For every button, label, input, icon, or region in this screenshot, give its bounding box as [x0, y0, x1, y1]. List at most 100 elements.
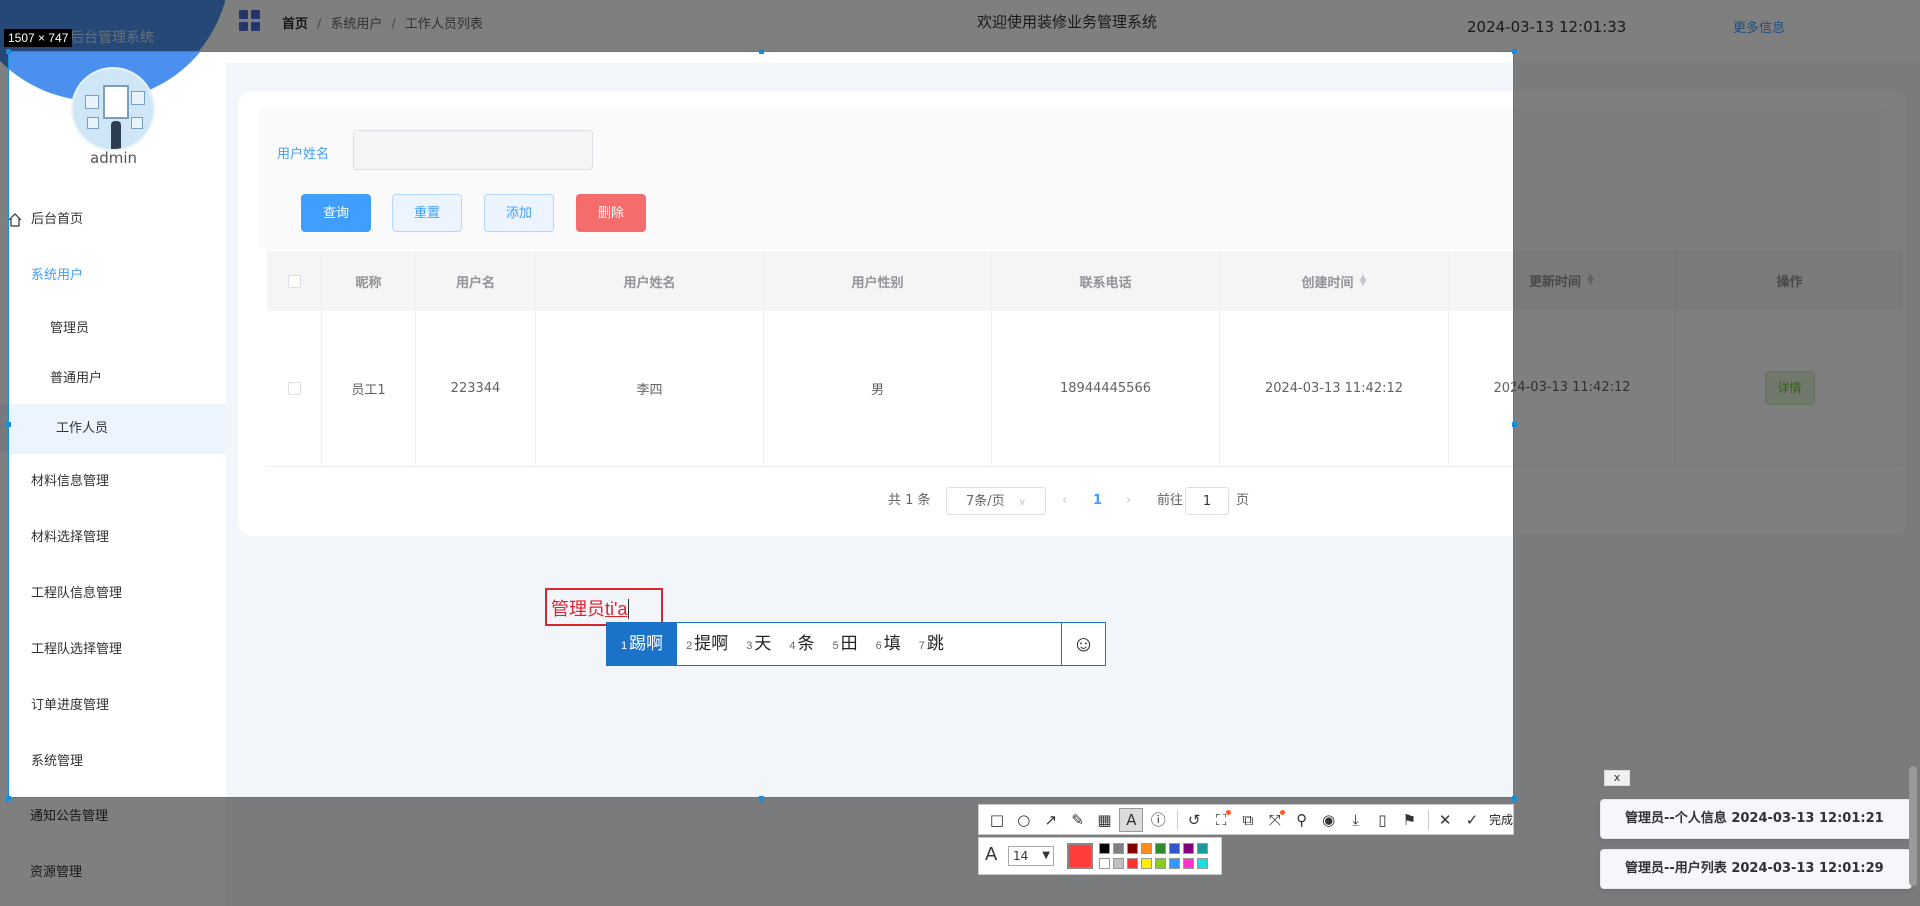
menu-item[interactable]: 材料选择管理: [9, 510, 226, 566]
font-size-icon: A: [985, 844, 998, 865]
notification-close-button[interactable]: x: [1604, 770, 1630, 786]
text-annotation-box[interactable]: 管理员ti'a: [545, 588, 663, 626]
app-window-selected: 后台管理系统 admin 后台首页 系统用户 管理员 普通用户 工作人员 材料信…: [9, 52, 1513, 797]
menu-system-users[interactable]: 系统用户: [9, 248, 226, 304]
topbar: 首页/系统用户/工作人员列表 欢迎使用装修业务管理系统 2024-03-13 1…: [226, 52, 1513, 63]
color-swatch[interactable]: [1155, 843, 1166, 854]
color-swatch[interactable]: [1099, 858, 1110, 869]
translate-icon[interactable]: ⧉: [1236, 808, 1260, 832]
pin-icon[interactable]: ⚲: [1290, 808, 1314, 832]
screenshot-selection[interactable]: 后台管理系统 admin 后台首页 系统用户 管理员 普通用户 工作人员 材料信…: [8, 51, 1514, 798]
screenshot-toolbar: □ ○ ↗ ✎ ▦ A ⓘ ↺ ⛶ ⧉ ⤧ ⚲ ◉ ⤓ ▯ ⚑ ✕ ✓ 完成: [978, 804, 1514, 835]
selection-handle[interactable]: [6, 49, 11, 54]
staff-table: 昵称 用户名 用户姓名 用户性别 联系电话 创建时间▲▼ 更新时间▲▼ 操作 员…: [267, 251, 1513, 467]
goto-suffix: 页: [1236, 493, 1250, 508]
color-swatch[interactable]: [1183, 843, 1194, 854]
notification[interactable]: 管理员--用户列表 2024-03-13 12:01:29: [1600, 849, 1912, 889]
font-size-select[interactable]: 14 ▼: [1008, 846, 1054, 866]
menu-item[interactable]: 订单进度管理: [9, 678, 226, 734]
search-label: 用户姓名: [277, 147, 330, 162]
color-swatch[interactable]: [1169, 858, 1180, 869]
select-all-checkbox[interactable]: [287, 274, 301, 288]
text-tool-icon[interactable]: A: [1119, 807, 1144, 832]
sidebar-menu: 后台首页 系统用户 管理员 普通用户 工作人员 材料信息管理 材料选择管理 工程…: [9, 192, 226, 797]
add-button[interactable]: 添加: [484, 194, 554, 232]
menu-sub-staff[interactable]: 工作人员: [9, 404, 226, 454]
selection-handle[interactable]: [6, 422, 11, 427]
cell-nickname: 员工1: [322, 311, 416, 466]
menu-home[interactable]: 后台首页: [9, 192, 226, 248]
mosaic-tool-icon[interactable]: ▦: [1093, 808, 1117, 832]
selection-handle[interactable]: [1512, 422, 1517, 427]
query-button[interactable]: 查询: [301, 194, 371, 232]
ime-candidate[interactable]: 1 踢啊: [607, 623, 678, 665]
done-button[interactable]: 完成: [1489, 811, 1513, 828]
menu-sub-admins[interactable]: 管理员: [9, 304, 226, 354]
column-header-sortable[interactable]: 创建时间▲▼: [1220, 251, 1449, 311]
row-checkbox[interactable]: [287, 382, 301, 395]
ime-candidate[interactable]: 4条: [780, 623, 823, 665]
close-icon[interactable]: ✕: [1433, 808, 1457, 832]
cell-realname: 李四: [536, 311, 764, 466]
ime-candidate[interactable]: 3天: [737, 623, 780, 665]
avatar[interactable]: [71, 67, 155, 151]
selection-handle[interactable]: [1512, 796, 1517, 801]
menu-item[interactable]: 材料信息管理: [9, 454, 226, 510]
arrow-tool-icon[interactable]: ↗: [1039, 808, 1063, 832]
column-header-sortable[interactable]: 更新时间▲▼: [1449, 251, 1513, 311]
current-color-swatch[interactable]: [1067, 843, 1093, 869]
record-icon[interactable]: ◉: [1317, 808, 1341, 832]
color-swatch[interactable]: [1197, 843, 1208, 854]
download-icon[interactable]: ⤓: [1344, 808, 1368, 832]
page-number[interactable]: 1: [1093, 487, 1102, 515]
check-icon[interactable]: ✓: [1460, 808, 1484, 832]
color-swatch[interactable]: [1141, 858, 1152, 869]
rectangle-tool-icon[interactable]: □: [985, 808, 1009, 832]
color-swatch[interactable]: [1169, 843, 1180, 854]
color-swatch[interactable]: [1127, 843, 1138, 854]
page-size-select[interactable]: 7条/页∨: [946, 487, 1046, 515]
menu-item[interactable]: 系统管理: [9, 734, 226, 790]
selection-handle[interactable]: [759, 796, 764, 801]
emoji-icon[interactable]: ☺: [1061, 623, 1105, 665]
phone-icon[interactable]: ▯: [1370, 808, 1394, 832]
ime-candidate[interactable]: 5田: [824, 623, 867, 665]
selection-handle[interactable]: [6, 796, 11, 801]
color-swatch[interactable]: [1155, 858, 1166, 869]
color-swatch[interactable]: [1141, 843, 1152, 854]
ime-candidate[interactable]: 7跳: [910, 623, 953, 665]
ocr-icon[interactable]: ⛶: [1209, 808, 1233, 832]
menu-item[interactable]: 工程队信息管理: [9, 566, 226, 622]
selection-handle[interactable]: [759, 49, 764, 54]
table-header: 昵称 用户名 用户姓名 用户性别 联系电话 创建时间▲▼ 更新时间▲▼ 操作: [267, 251, 1513, 311]
ime-candidate[interactable]: 6填: [867, 623, 910, 665]
prev-page-icon[interactable]: ‹: [1062, 487, 1067, 515]
long-screenshot-icon[interactable]: ⤧: [1263, 808, 1287, 832]
color-swatch[interactable]: [1197, 858, 1208, 869]
next-page-icon[interactable]: ›: [1126, 487, 1131, 515]
delete-button[interactable]: 删除: [576, 194, 646, 232]
bookmark-icon[interactable]: ⚑: [1397, 808, 1421, 832]
color-swatch[interactable]: [1113, 858, 1124, 869]
scrollbar[interactable]: [1909, 766, 1917, 886]
color-swatch[interactable]: [1099, 843, 1110, 854]
selection-handle[interactable]: [1512, 49, 1517, 54]
color-swatch[interactable]: [1113, 843, 1124, 854]
serial-number-icon[interactable]: ⓘ: [1146, 808, 1170, 832]
sort-icon[interactable]: ▲▼: [1360, 274, 1367, 288]
search-input[interactable]: [353, 130, 593, 170]
undo-icon[interactable]: ↺: [1182, 808, 1206, 832]
color-swatch[interactable]: [1127, 858, 1138, 869]
goto-page-input[interactable]: 1: [1185, 487, 1229, 515]
pen-tool-icon[interactable]: ✎: [1066, 808, 1090, 832]
notification[interactable]: 管理员--个人信息 2024-03-13 12:01:21: [1600, 799, 1912, 839]
reset-button[interactable]: 重置: [392, 194, 462, 232]
color-swatch[interactable]: [1183, 858, 1194, 869]
menu-item[interactable]: 通知公告管理: [9, 790, 226, 797]
ime-candidate[interactable]: 2 提啊: [677, 623, 737, 665]
column-header: 用户名: [416, 251, 536, 311]
menu-sub-users[interactable]: 普通用户: [9, 354, 226, 404]
ellipse-tool-icon[interactable]: ○: [1012, 808, 1036, 832]
home-icon: [9, 213, 22, 227]
menu-item[interactable]: 工程队选择管理: [9, 622, 226, 678]
